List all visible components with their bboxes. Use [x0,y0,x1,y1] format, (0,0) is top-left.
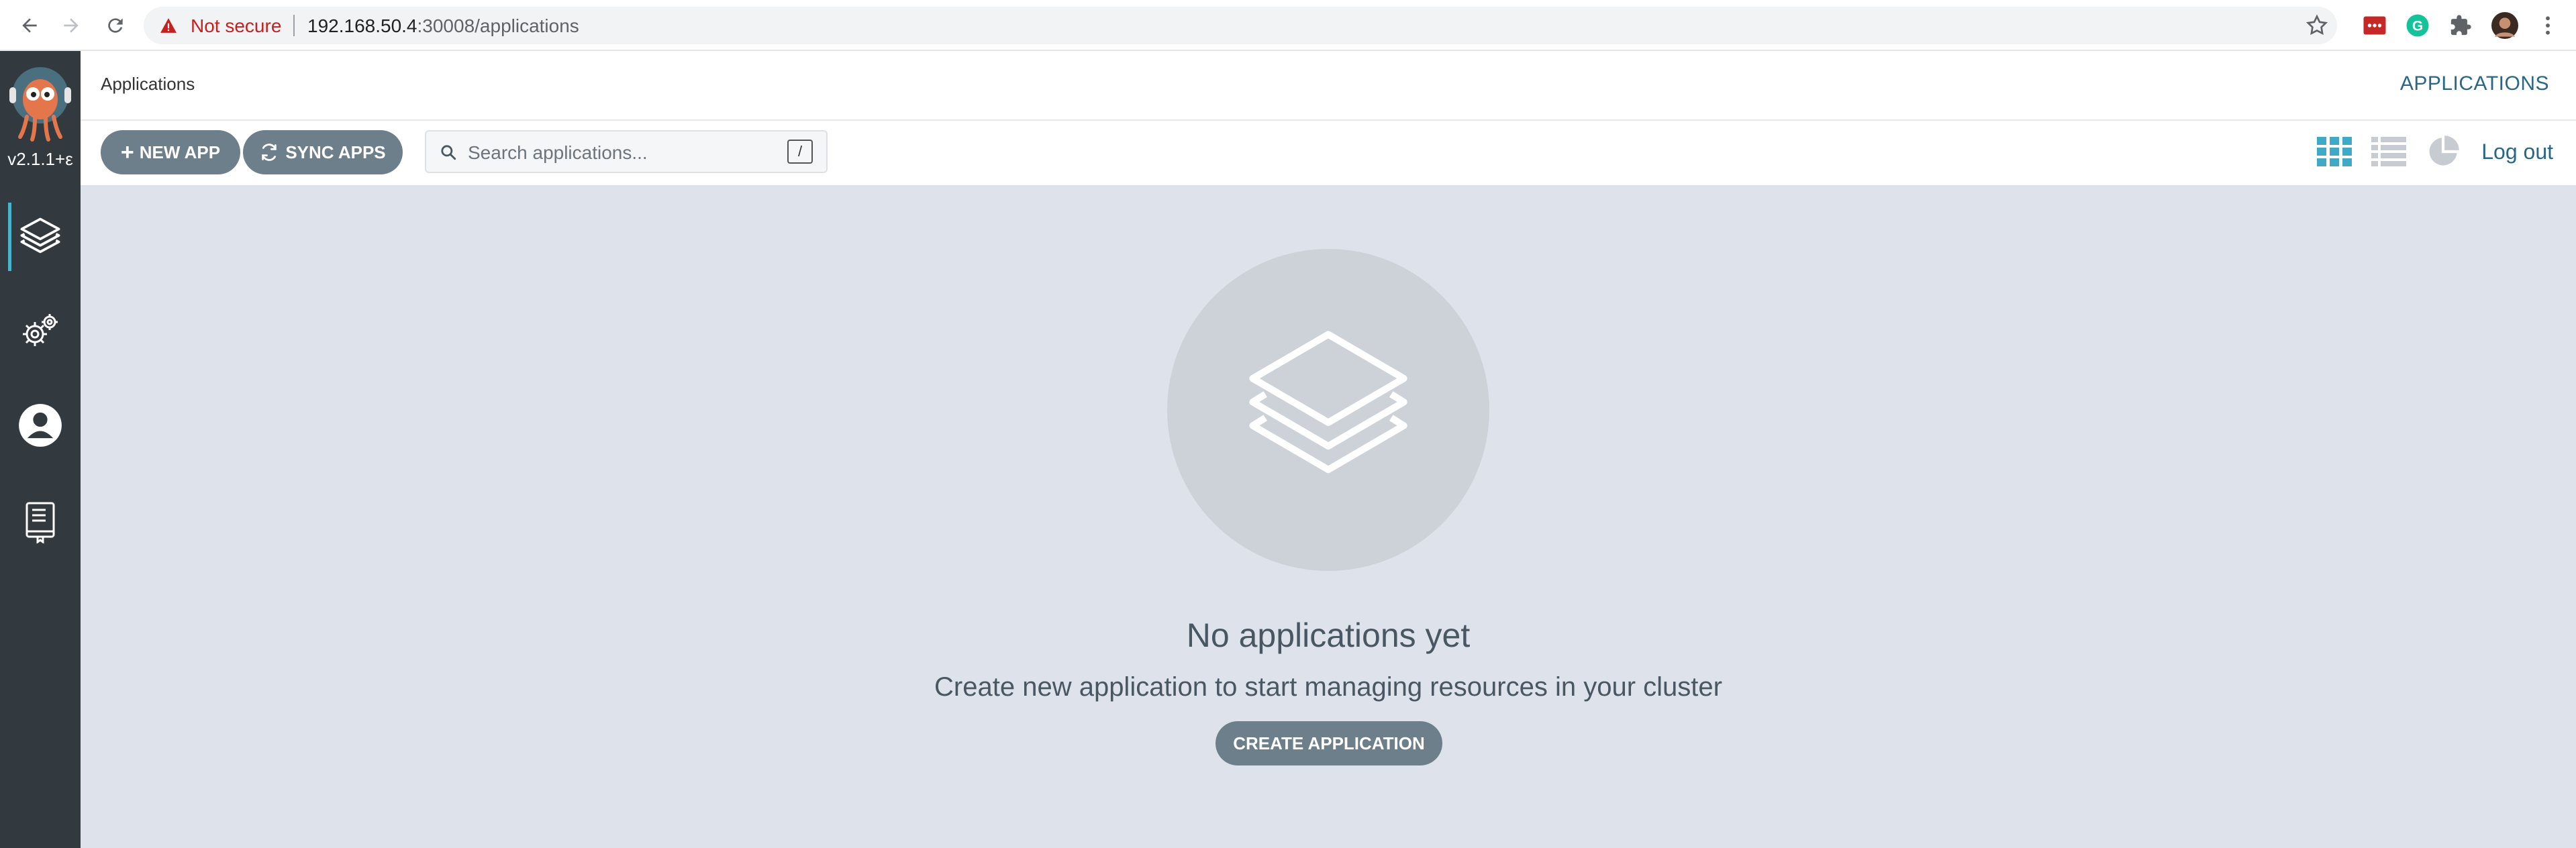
tiles-view-icon[interactable] [2316,133,2353,170]
reload-icon[interactable] [99,9,132,42]
argo-logo[interactable] [8,64,72,144]
empty-state-illustration [1167,249,1489,571]
star-icon[interactable] [2305,13,2329,41]
breadcrumb-applications[interactable]: APPLICATIONS [2400,72,2549,95]
empty-state-title: No applications yet [1186,617,1471,654]
page-title: Applications [101,74,195,94]
sidebar-item-settings[interactable] [15,306,66,357]
empty-state-subtitle: Create new application to start managing… [934,672,1722,702]
sidebar-item-applications[interactable] [15,211,66,262]
search-icon [441,145,456,160]
profile-avatar[interactable] [2491,12,2518,39]
plus-icon: + [120,140,134,165]
layers-icon [1249,331,1407,474]
address-bar[interactable]: Not secure 192.168.50.4:30008/applicatio… [144,7,2337,44]
security-label[interactable]: Not secure [191,15,281,37]
summary-pie-icon[interactable] [2424,133,2462,170]
book-icon [26,502,55,543]
sidebar-item-documentation[interactable] [15,496,66,547]
applications-toolbar: + NEW APP SYNC APPS Search applications.… [81,121,2576,187]
logout-link[interactable]: Log out [2481,140,2553,164]
grammarly-icon[interactable]: G [2404,12,2431,39]
create-application-button[interactable]: CREATE APPLICATION [1216,721,1442,765]
forward-arrow-icon[interactable] [55,9,87,42]
puzzle-icon[interactable] [2447,12,2474,39]
browser-toolbar: Not secure 192.168.50.4:30008/applicatio… [0,0,2576,51]
sidebar: v2.1.1+ε [0,51,81,848]
url-path: :30008/applications [417,15,579,36]
new-app-button[interactable]: + NEW APP [101,130,240,174]
extension-icon[interactable] [2361,12,2388,39]
list-view-icon[interactable] [2370,133,2408,170]
omnibox-divider [293,15,295,36]
back-arrow-icon[interactable] [13,9,46,42]
active-indicator [8,203,11,271]
search-shortcut-key: / [787,140,813,164]
top-header: Applications APPLICATIONS [81,51,2576,121]
main-content: No applications yet Create new applicati… [81,187,2576,848]
new-app-label: NEW APP [139,142,221,162]
sync-icon [262,144,277,161]
gears-icon [23,314,58,346]
url-text[interactable]: 192.168.50.4:30008/applications [307,15,579,37]
svg-text:G: G [2412,19,2423,34]
kebab-menu-icon[interactable] [2534,12,2561,39]
layers-icon [20,217,60,254]
sync-apps-label: SYNC APPS [285,142,386,162]
user-circle-icon [19,404,62,447]
sync-apps-button[interactable]: SYNC APPS [243,130,403,174]
warning-icon [160,17,177,37]
url-host: 192.168.50.4 [307,15,417,36]
search-input[interactable]: Search applications... / [425,130,828,173]
sidebar-item-user-info[interactable] [15,400,66,451]
search-placeholder: Search applications... [468,142,648,163]
version-label: v2.1.1+ε [7,149,73,169]
